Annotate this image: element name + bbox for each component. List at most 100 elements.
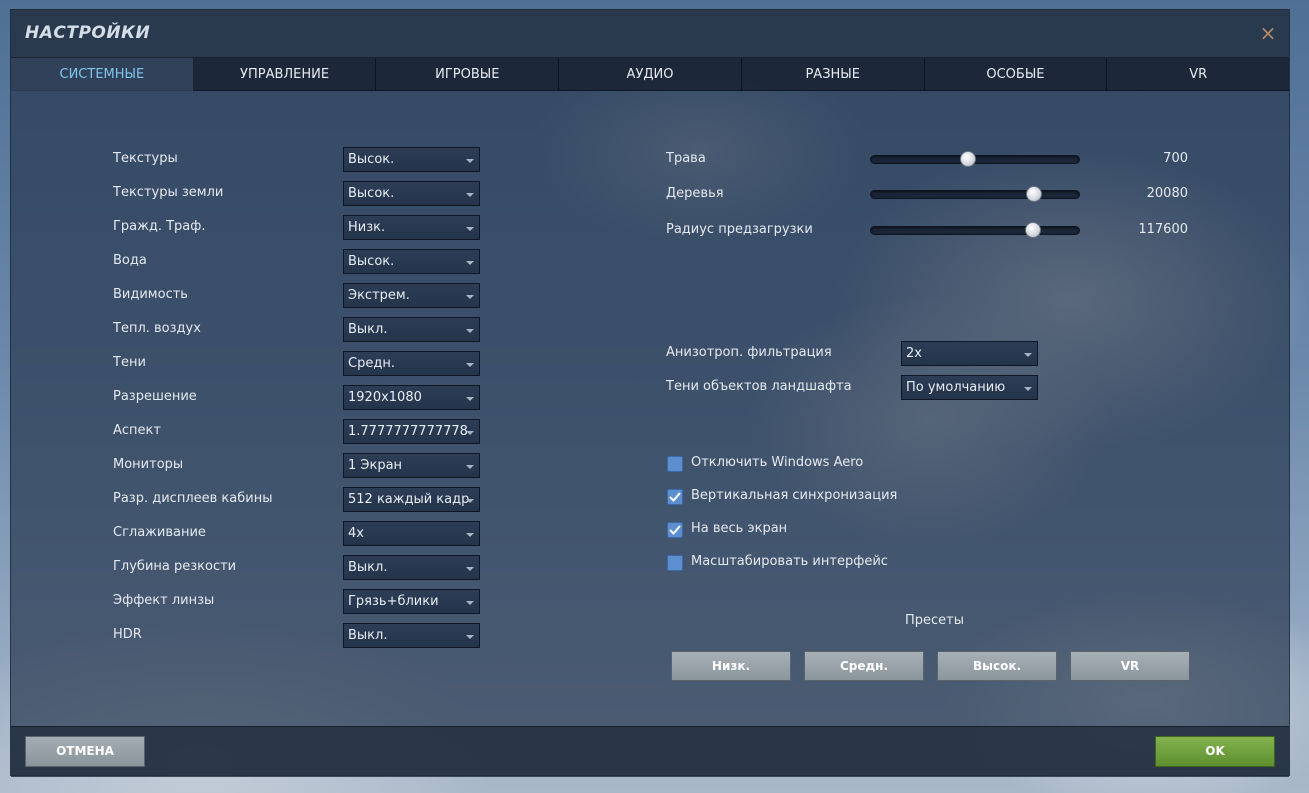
setting-dropdown[interactable]: 1.7777777777778 [343, 419, 480, 444]
slider-label: Деревья [666, 186, 724, 201]
chevron-down-icon [466, 193, 474, 197]
checkbox-label: Масштабировать интерфейс [691, 554, 888, 569]
setting-label: Гражд. Траф. [113, 219, 206, 234]
chevron-down-icon [466, 397, 474, 401]
setting-dropdown[interactable]: Грязь+блики [343, 589, 480, 614]
preset-low-button[interactable]: Низк. [671, 651, 791, 681]
dropdown-value: Высок. [348, 152, 395, 167]
slider-thumb[interactable] [959, 151, 976, 167]
chevron-down-icon [466, 465, 474, 469]
setting-label: Текстуры [113, 151, 178, 166]
checkbox-label: Отключить Windows Aero [691, 455, 864, 470]
setting-label: Тени [113, 355, 146, 370]
dropdown-value: Средн. [348, 356, 395, 371]
chevron-down-icon [466, 533, 474, 537]
checkbox[interactable] [667, 456, 683, 472]
setting-dropdown[interactable]: 512 каждый кадр [343, 487, 480, 512]
dropdown-value: Экстрем. [348, 288, 410, 303]
dropdown-value: 512 каждый кадр [348, 492, 470, 507]
setting-label: Аспект [113, 423, 161, 438]
tab-audio[interactable]: АУДИО [559, 58, 742, 91]
slider-thumb[interactable] [1024, 222, 1041, 238]
tab-vr[interactable]: VR [1107, 58, 1289, 91]
slider-value: 700 [1163, 151, 1188, 166]
slider-track[interactable] [870, 186, 1080, 202]
chevron-down-icon [1024, 387, 1032, 391]
setting-label: Глубина резкости [113, 559, 237, 574]
slider-label: Радиус предзагрузки [666, 222, 813, 237]
tab-bar: СИСТЕМНЫЕ УПРАВЛЕНИЕ ИГРОВЫЕ АУДИО РАЗНЫ… [11, 58, 1289, 91]
slider-value: 117600 [1138, 222, 1188, 237]
setting-dropdown[interactable]: Выкл. [343, 623, 480, 648]
checkbox[interactable] [667, 555, 683, 571]
setting-dropdown[interactable]: Низк. [343, 215, 480, 240]
dropdown-value: 1920x1080 [348, 390, 422, 405]
chevron-down-icon [466, 227, 474, 231]
setting-label: Сглаживание [113, 525, 206, 540]
preset-high-button[interactable]: Высок. [937, 651, 1057, 681]
slider-track[interactable] [870, 151, 1080, 167]
setting-dropdown[interactable]: Экстрем. [343, 283, 480, 308]
setting-dropdown[interactable]: По умолчанию [901, 375, 1038, 400]
setting-dropdown[interactable]: 1920x1080 [343, 385, 480, 410]
chevron-down-icon [466, 159, 474, 163]
dropdown-value: Выкл. [348, 322, 388, 337]
chevron-down-icon [466, 363, 474, 367]
slider-track[interactable] [870, 222, 1080, 238]
setting-label: Видимость [113, 287, 188, 302]
slider-label: Трава [666, 151, 706, 166]
dropdown-value: Выкл. [348, 560, 388, 575]
setting-dropdown[interactable]: 4x [343, 521, 480, 546]
setting-label: Вода [113, 253, 147, 268]
setting-dropdown[interactable]: 1 Экран [343, 453, 480, 478]
slider-value: 20080 [1146, 186, 1188, 201]
dropdown-value: Высок. [348, 254, 395, 269]
chevron-down-icon [466, 431, 474, 435]
checkbox[interactable] [667, 522, 683, 538]
setting-label: Разр. дисплеев кабины [113, 491, 273, 506]
checkbox-label: На весь экран [691, 521, 788, 536]
setting-dropdown[interactable]: Выкл. [343, 555, 480, 580]
setting-dropdown[interactable]: Высок. [343, 249, 480, 274]
setting-dropdown[interactable]: Высок. [343, 181, 480, 206]
tab-system[interactable]: СИСТЕМНЫЕ [11, 58, 194, 91]
tab-special[interactable]: ОСОБЫЕ [925, 58, 1108, 91]
chevron-down-icon [466, 261, 474, 265]
preset-medium-button[interactable]: Средн. [804, 651, 924, 681]
setting-label: Эффект линзы [113, 593, 215, 608]
dropdown-value: 4x [348, 526, 364, 541]
close-icon[interactable]: × [1259, 23, 1277, 43]
chevron-down-icon [466, 567, 474, 571]
setting-dropdown[interactable]: Выкл. [343, 317, 480, 342]
setting-label: Текстуры земли [113, 185, 224, 200]
dialog-header: НАСТРОЙКИ × [11, 10, 1289, 58]
chevron-down-icon [466, 295, 474, 299]
setting-dropdown[interactable]: Высок. [343, 147, 480, 172]
setting-dropdown[interactable]: 2x [901, 341, 1038, 366]
setting-dropdown[interactable]: Средн. [343, 351, 480, 376]
dropdown-value: 2x [906, 346, 922, 361]
dropdown-value: Грязь+блики [348, 594, 439, 609]
chevron-down-icon [1024, 353, 1032, 357]
ok-button[interactable]: OK [1155, 736, 1275, 767]
slider-thumb[interactable] [1025, 186, 1042, 202]
dialog-title: НАСТРОЙКИ [25, 23, 151, 43]
setting-label: HDR [113, 627, 142, 642]
dropdown-value: 1 Экран [348, 458, 403, 473]
setting-label: Мониторы [113, 457, 184, 472]
cancel-button[interactable]: ОТМЕНА [25, 736, 145, 767]
presets-title: Пресеты [905, 613, 965, 628]
checkmark-icon [669, 492, 681, 502]
tab-gameplay[interactable]: ИГРОВЫЕ [376, 58, 560, 91]
chevron-down-icon [466, 635, 474, 639]
preset-vr-button[interactable]: VR [1070, 651, 1190, 681]
tab-misc[interactable]: РАЗНЫЕ [742, 58, 925, 91]
setting-label: Тепл. воздух [113, 321, 201, 336]
checkbox[interactable] [667, 489, 683, 505]
dropdown-value: Низк. [348, 220, 386, 235]
select-label: Тени объектов ландшафта [666, 379, 852, 394]
dialog-footer: ОТМЕНА OK [11, 726, 1289, 777]
chevron-down-icon [466, 329, 474, 333]
tab-controls[interactable]: УПРАВЛЕНИЕ [194, 58, 377, 91]
dropdown-value: 1.7777777777778 [348, 424, 468, 439]
